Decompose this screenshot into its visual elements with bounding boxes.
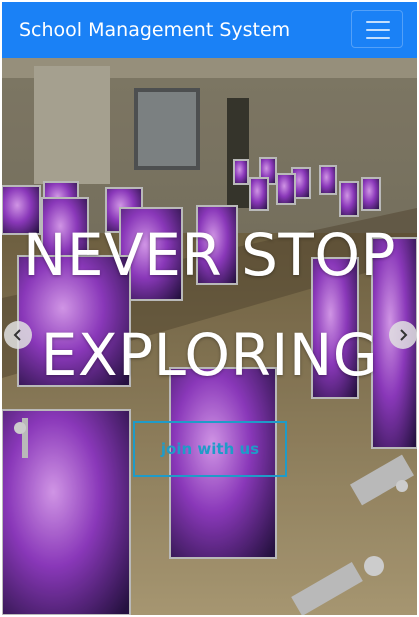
hero-carousel: NEVER STOP EXPLORING join with us xyxy=(2,58,417,615)
hero-headline-line1: NEVER STOP xyxy=(23,221,396,289)
page: School Management System NEVER STOP EXPL… xyxy=(2,2,417,615)
carousel-next-button[interactable] xyxy=(389,321,417,349)
hero-headline-line2: EXPLORING xyxy=(40,321,379,389)
navbar: School Management System xyxy=(2,2,417,58)
hamburger-menu-icon-bar xyxy=(366,29,390,31)
navbar-brand[interactable]: School Management System xyxy=(19,18,290,42)
chevron-left-icon xyxy=(13,329,21,341)
hamburger-menu-icon xyxy=(366,21,390,23)
navbar-toggler-button[interactable] xyxy=(351,10,403,48)
carousel-prev-button[interactable] xyxy=(4,321,32,349)
hamburger-menu-icon-bar xyxy=(366,37,390,39)
join-with-us-button[interactable]: join with us xyxy=(133,421,287,477)
chevron-right-icon xyxy=(400,329,408,341)
